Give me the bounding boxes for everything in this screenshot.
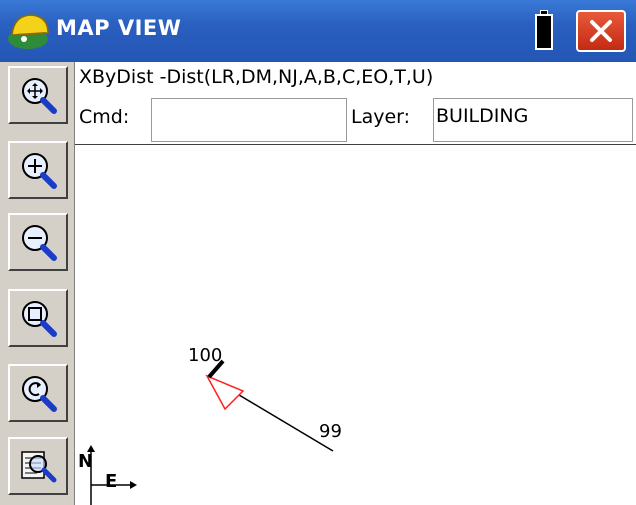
point-label-99: 99 [319, 421, 342, 442]
zoom-in-icon [22, 153, 57, 189]
map-options-icon [21, 451, 57, 483]
cmd-label: Cmd: [79, 106, 130, 128]
close-icon [590, 20, 612, 42]
north-label: N [78, 451, 94, 472]
zoom-extents-button[interactable] [8, 66, 68, 124]
direction-arrow [205, 374, 245, 411]
zoom-out-icon [22, 225, 57, 261]
zoom-out-button[interactable] [8, 213, 68, 271]
layer-input[interactable]: BUILDING [433, 98, 633, 142]
zoom-window-button[interactable] [8, 289, 68, 347]
point-label-100: 100 [188, 345, 223, 366]
layer-label: Layer: [351, 106, 411, 128]
window-title: MAP VIEW [56, 16, 182, 40]
map-panel: XByDist -Dist(LR,DM,NJ,A,B,C,EO,T,U) Cmd… [74, 62, 636, 505]
zoom-previous-icon [22, 376, 57, 412]
title-bar: MAP VIEW [0, 0, 636, 62]
command-prompt: XByDist -Dist(LR,DM,NJ,A,B,C,EO,T,U) [79, 66, 434, 88]
east-arrow-icon [130, 481, 137, 489]
battery-icon [535, 10, 553, 50]
map-drawing [87, 359, 334, 505]
map-options-button[interactable] [8, 437, 68, 495]
app-logo-icon [8, 14, 49, 49]
zoom-in-button[interactable] [8, 141, 68, 199]
cmd-input[interactable] [151, 98, 347, 142]
east-label: E [105, 471, 118, 492]
zoom-window-icon [22, 301, 57, 337]
zoom-extents-icon [22, 78, 57, 114]
map-canvas[interactable]: 100 99 N E [75, 145, 636, 505]
zoom-previous-button[interactable] [8, 364, 68, 422]
close-button[interactable] [576, 10, 626, 52]
tool-sidebar [0, 62, 74, 505]
